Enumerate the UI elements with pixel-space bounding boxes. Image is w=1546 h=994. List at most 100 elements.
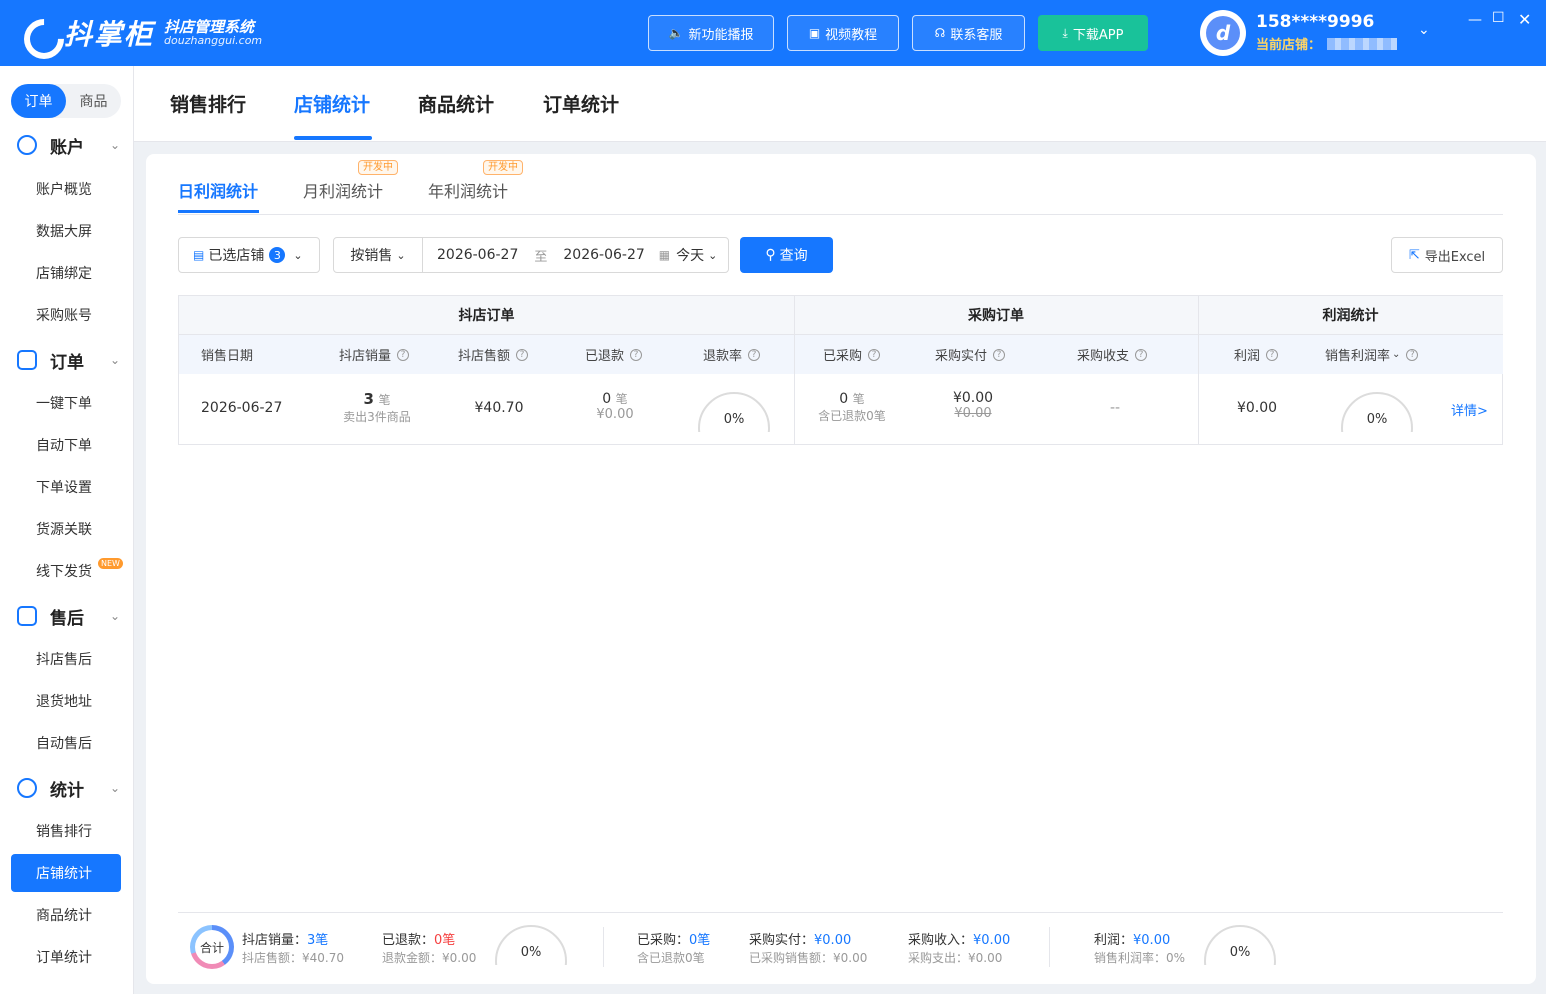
row-purchase-paid: ¥0.00 ¥0.00: [952, 390, 994, 421]
main-card: 日利润统计 月利润统计 开发中 年利润统计 开发中 ▤ 已选店铺 3 ⌄ 按销售…: [146, 154, 1536, 984]
close-icon[interactable]: ✕: [1518, 10, 1531, 29]
store-select[interactable]: ▤ 已选店铺 3 ⌄: [178, 237, 320, 273]
help-icon[interactable]: ?: [748, 348, 761, 361]
date-to-input[interactable]: 2026-06-27: [563, 247, 644, 263]
sidebar-item-data-screen[interactable]: 数据大屏: [11, 212, 121, 250]
nav-group-account[interactable]: 账户 ⌄: [0, 128, 134, 162]
avatar[interactable]: d: [1200, 10, 1246, 56]
sidebar-item-store-after-sales[interactable]: 抖店售后: [11, 640, 121, 678]
logo-subtitle: 抖店管理系统: [164, 17, 255, 36]
profit-sub-tabs: 日利润统计 月利润统计 开发中 年利润统计 开发中: [178, 154, 1503, 215]
contact-service-button[interactable]: ☊ 联系客服: [912, 15, 1025, 51]
sidebar-item-order-stats[interactable]: 订单统计: [11, 938, 121, 976]
group-header-profit-stats: 利润统计: [1198, 296, 1503, 335]
col-sales-amount: 抖店售额?: [458, 335, 529, 374]
download-app-button[interactable]: ⤓ 下载APP: [1038, 15, 1148, 51]
tab-daily-profit[interactable]: 日利润统计: [178, 178, 258, 202]
sidebar-item-store-binding[interactable]: 店铺绑定: [11, 254, 121, 292]
col-sales-count: 抖店销量?: [339, 335, 410, 374]
summary-purchased: 已采购：0笔: [637, 933, 711, 948]
help-icon[interactable]: ?: [868, 348, 881, 361]
top-tabs: 销售排行 店铺统计 商品统计 订单统计: [134, 66, 1546, 142]
title-bar: 抖掌柜 抖店管理系统 douzhanggui.com 🔈 新功能播报 ▣ 视频教程 …: [0, 0, 1546, 66]
col-profit-rate[interactable]: 销售利润率 ⌄?: [1325, 335, 1419, 374]
sidebar-item-offline-shipping[interactable]: 线下发货 NEW: [11, 552, 123, 590]
order-list-icon: [17, 350, 37, 370]
mode-select[interactable]: 按销售 ⌄: [334, 238, 423, 272]
chevron-down-icon: ⌄: [110, 609, 121, 623]
summary-refund-rate-gauge: 0%: [495, 925, 567, 965]
sidebar: 订单 商品 账户 ⌄ 账户概览 数据大屏 店铺绑定 采购账号 订单 ⌄ 一键下单…: [0, 66, 134, 994]
summary-purchased-refund: 含已退款0笔: [637, 951, 705, 965]
nav-group-statistics[interactable]: 统计 ⌄: [0, 771, 134, 805]
sidebar-item-source-link[interactable]: 货源关联: [11, 510, 121, 548]
row-purchase-balance: --: [1109, 400, 1121, 416]
quick-date-select[interactable]: 今天: [676, 245, 704, 265]
chevron-down-icon: ⌄: [110, 781, 121, 795]
new-features-button[interactable]: 🔈 新功能播报: [648, 15, 774, 51]
summary-refunded: 已退款：0笔: [382, 933, 456, 948]
summary-profit: 利润：¥0.00: [1094, 933, 1171, 948]
col-sales-date: 销售日期: [201, 349, 254, 364]
col-profit: 利润?: [1234, 335, 1279, 374]
tab-store-stats[interactable]: 店铺统计: [294, 90, 370, 117]
divider: [1049, 927, 1050, 967]
sidebar-item-purchase-account[interactable]: 采购账号: [11, 296, 121, 334]
avatar-logo-icon: d: [1206, 16, 1240, 50]
help-icon[interactable]: ?: [630, 348, 643, 361]
tab-monthly-profit[interactable]: 月利润统计: [303, 178, 383, 202]
date-from-input[interactable]: 2026-06-27: [437, 247, 518, 263]
sidebar-item-product-stats[interactable]: 商品统计: [11, 896, 121, 934]
summary-sales-amount: 抖店售额：¥40.70: [242, 951, 345, 965]
export-excel-button[interactable]: ⇱ 导出Excel: [1391, 237, 1503, 273]
maximize-icon[interactable]: ☐: [1492, 10, 1505, 26]
current-store: 当前店铺：: [1256, 34, 1398, 53]
help-icon[interactable]: ?: [516, 348, 529, 361]
profit-table: 抖店订单 采购订单 利润统计 销售日期 抖店销量? 抖店售额? 已退款? 退款率…: [178, 295, 1503, 445]
query-button[interactable]: ⚲ 查询: [740, 237, 833, 273]
sidebar-item-return-address[interactable]: 退货地址: [11, 682, 121, 720]
tab-sales-ranking[interactable]: 销售排行: [170, 90, 246, 117]
minimize-icon[interactable]: —: [1468, 12, 1482, 28]
sidebar-item-sales-ranking[interactable]: 销售排行: [11, 812, 121, 850]
nav-group-order[interactable]: 订单 ⌄: [0, 343, 134, 377]
chevron-down-icon: ⌄: [396, 248, 406, 262]
store-name-blurred: [1327, 37, 1398, 50]
new-badge: NEW: [98, 558, 123, 569]
col-refunded: 已退款?: [585, 335, 643, 374]
row-profit: ¥0.00: [1236, 400, 1278, 416]
date-range-separator: 至: [534, 249, 548, 265]
total-pie-icon: 合计: [190, 925, 234, 969]
help-icon[interactable]: ?: [1266, 348, 1279, 361]
sidebar-item-auto-after-sales[interactable]: 自动售后: [11, 724, 121, 762]
sidebar-item-auto-order[interactable]: 自动下单: [11, 426, 121, 464]
account-icon: [17, 135, 37, 155]
row-sales-count: 3 笔 卖出3件商品: [343, 390, 411, 424]
speaker-icon: 🔈: [668, 26, 684, 40]
video-tutorial-button[interactable]: ▣ 视频教程: [787, 15, 899, 51]
toggle-order[interactable]: 订单: [11, 84, 66, 118]
sidebar-item-store-stats[interactable]: 店铺统计: [11, 854, 121, 892]
search-icon: ⚲: [765, 247, 776, 263]
row-purchased: 0 笔 含已退款0笔: [818, 391, 886, 423]
detail-link[interactable]: 详情>: [1451, 400, 1488, 419]
help-icon[interactable]: ?: [397, 348, 410, 361]
video-icon: ▣: [808, 26, 821, 40]
toggle-product[interactable]: 商品: [66, 84, 121, 118]
sidebar-item-order-settings[interactable]: 下单设置: [11, 468, 121, 506]
help-icon[interactable]: ?: [1406, 348, 1419, 361]
help-icon[interactable]: ?: [1135, 348, 1148, 361]
sidebar-item-one-click-order[interactable]: 一键下单: [11, 384, 121, 422]
user-menu-chevron-down-icon[interactable]: ⌄: [1418, 22, 1430, 38]
row-sales-amount: ¥40.70: [474, 400, 524, 416]
help-icon[interactable]: ?: [993, 348, 1006, 361]
tab-product-stats[interactable]: 商品统计: [418, 90, 494, 117]
summary-profit-rate: 销售利润率：0%: [1094, 951, 1186, 965]
sidebar-item-account-overview[interactable]: 账户概览: [11, 170, 121, 208]
tab-yearly-profit[interactable]: 年利润统计: [428, 178, 508, 202]
chevron-down-icon: ⌄: [708, 248, 718, 262]
user-phone: 158****9996: [1256, 12, 1375, 32]
nav-group-after-sales[interactable]: 售后 ⌄: [0, 599, 134, 633]
summary-refund-amount: 退款金额：¥0.00: [382, 951, 477, 965]
tab-order-stats[interactable]: 订单统计: [543, 90, 619, 117]
